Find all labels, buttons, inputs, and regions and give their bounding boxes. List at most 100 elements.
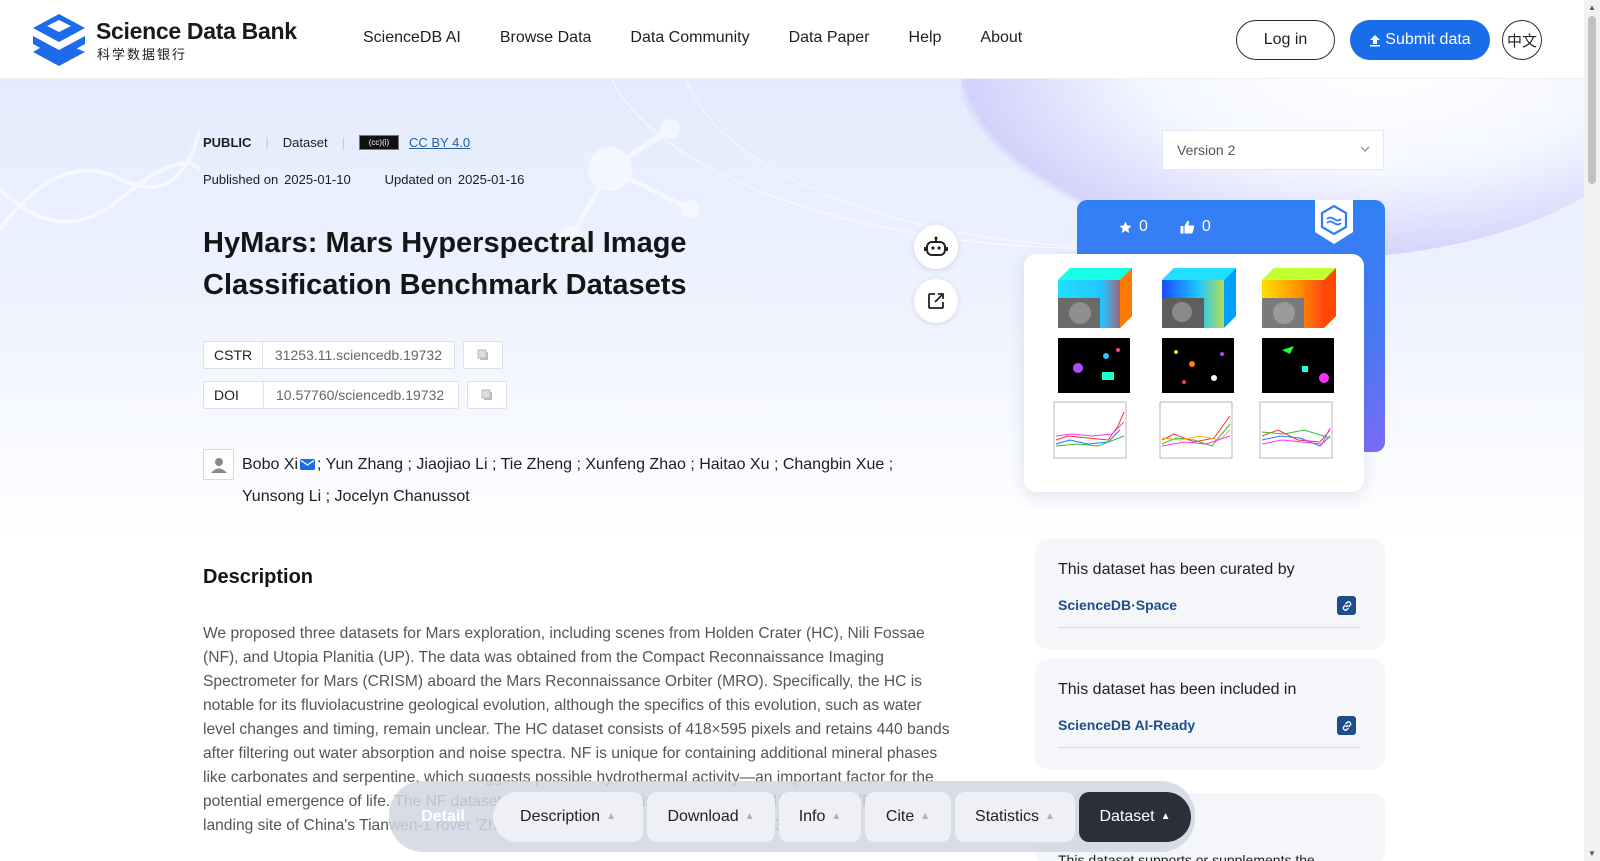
version-select[interactable]: Version 2: [1162, 130, 1384, 170]
curated-by-title: This dataset has been curated by: [1058, 561, 1295, 578]
page-title: HyMars: Mars Hyperspectral Image Classif…: [203, 227, 687, 301]
chain-link-icon: [1342, 720, 1351, 731]
robot-icon: [924, 236, 948, 256]
cc-license-icon: (cc)(i): [358, 135, 399, 150]
chevron-up-icon: ▲: [831, 811, 842, 822]
section-nav-bar: Detail Description ▲ Download ▲ Info ▲ Cite…: [389, 781, 1195, 852]
site-logo[interactable]: Science Data Bank 科学数据银行: [31, 12, 297, 68]
logo-title: Science Data Bank: [96, 18, 297, 44]
like-count[interactable]: 0: [1180, 218, 1211, 236]
classification-map-image: [1262, 338, 1334, 393]
detail-label: Detail: [421, 807, 465, 825]
tab-statistics[interactable]: Statistics ▲: [955, 791, 1075, 842]
hyperspectral-cube-image: [1058, 268, 1132, 328]
author-names[interactable]: ; Yun Zhang ; Jiaojiao Li ; Tie Zheng ; …: [317, 456, 893, 473]
chain-link-icon: [1342, 600, 1351, 611]
copy-icon: [477, 349, 488, 360]
submit-data-label: Submit data: [1385, 31, 1471, 48]
upload-icon: [1370, 34, 1381, 46]
chevron-up-icon: ▲: [744, 811, 755, 822]
doi-label: DOI: [204, 382, 264, 408]
nav-sciencedb-ai[interactable]: ScienceDB AI: [363, 29, 461, 47]
spectral-curve-thumbnail: [1159, 401, 1233, 459]
divider: |: [265, 135, 269, 150]
page-scrollbar[interactable]: ▲ ▼: [1584, 0, 1600, 861]
dataset-dates: Published on 2025-01-10 Updated on 2025-01…: [203, 172, 524, 187]
tab-description[interactable]: Description ▲: [493, 791, 643, 842]
chevron-up-icon: ▲: [1045, 811, 1055, 822]
tab-info[interactable]: Info ▲: [779, 791, 861, 842]
copy-doi-button[interactable]: [467, 381, 507, 409]
scroll-down-icon[interactable]: ▼: [1588, 849, 1596, 858]
top-header: Science Data Bank 科学数据银行 ScienceDB AI Br…: [0, 0, 1584, 79]
link-icon[interactable]: [1337, 596, 1356, 615]
cover-stats: 0 0: [1119, 218, 1211, 236]
author-names[interactable]: Yunsong Li ; Jocelyn Chanussot: [242, 488, 470, 505]
scroll-up-icon[interactable]: ▲: [1588, 3, 1596, 12]
divider: [1058, 627, 1360, 628]
thumbs-up-icon: [1180, 220, 1195, 234]
nav-about[interactable]: About: [980, 29, 1022, 47]
copy-cstr-button[interactable]: [463, 341, 503, 369]
doi-value[interactable]: 10.57760/sciencedb.19732: [264, 387, 456, 403]
author-name[interactable]: Bobo Xi: [242, 456, 298, 473]
logo-mark-icon: [33, 14, 85, 66]
nav-help[interactable]: Help: [909, 29, 942, 47]
included-in-title: This dataset has been included in: [1058, 681, 1297, 698]
nav-browse-data[interactable]: Browse Data: [500, 29, 592, 47]
cover-thumbnail[interactable]: [1024, 254, 1364, 492]
submit-data-button[interactable]: Submit data: [1350, 20, 1490, 60]
copy-icon: [481, 389, 492, 400]
cstr-label: CSTR: [204, 342, 263, 368]
dna-decor-icon: [0, 128, 200, 231]
link-icon[interactable]: [1337, 716, 1356, 735]
doi-box: DOI 10.57760/sciencedb.19732: [203, 381, 459, 409]
classification-map-image: [1162, 338, 1234, 393]
main-nav: ScienceDB AI Browse Data Data Community …: [363, 29, 1061, 47]
chevron-up-icon: ▲: [920, 811, 931, 822]
tab-dataset[interactable]: Dataset ▲: [1079, 791, 1191, 842]
star-icon: [1119, 220, 1132, 233]
logo-subtitle: 科学数据银行: [97, 47, 188, 62]
nav-data-community[interactable]: Data Community: [630, 29, 749, 47]
curated-by-card: This dataset has been curated by Science…: [1035, 539, 1385, 649]
classification-map-image: [1058, 338, 1130, 393]
included-in-card: This dataset has been included in Scienc…: [1035, 659, 1385, 769]
hyperspectral-cube-image: [1262, 268, 1336, 328]
updated-date: Updated on 2025-01-16: [384, 172, 525, 187]
scroll-thumb[interactable]: [1588, 16, 1596, 184]
login-button[interactable]: Log in: [1236, 20, 1335, 60]
tab-download[interactable]: Download ▲: [647, 791, 775, 842]
published-date: Published on 2025-01-10: [203, 172, 351, 187]
tab-cite[interactable]: Cite ▲: [865, 791, 951, 842]
chevron-down-icon: [1360, 146, 1370, 152]
spectral-curve-thumbnail: [1259, 401, 1333, 459]
hyperspectral-cube-image: [1162, 268, 1236, 328]
certified-shield-icon: [1315, 200, 1353, 244]
ai-assistant-button[interactable]: [914, 225, 958, 269]
spectral-curve-thumbnail: [1053, 401, 1127, 459]
dataset-meta: PUBLIC | Dataset | (cc)(i) CC BY 4.0: [203, 135, 470, 150]
cstr-box: CSTR 31253.11.sciencedb.19732: [203, 341, 455, 369]
cstr-value[interactable]: 31253.11.sciencedb.19732: [263, 347, 454, 363]
description-heading: Description: [203, 566, 314, 588]
license-link[interactable]: CC BY 4.0: [409, 135, 470, 150]
email-icon[interactable]: [300, 459, 316, 471]
visibility-badge: PUBLIC: [203, 135, 252, 150]
supports-text: This dataset supports or supplements the: [1058, 852, 1315, 861]
language-toggle[interactable]: 中文: [1502, 20, 1542, 60]
divider: |: [341, 135, 345, 150]
author-avatar: [203, 449, 234, 480]
star-count[interactable]: 0: [1119, 218, 1148, 236]
user-icon: [210, 457, 227, 473]
curated-by-link[interactable]: ScienceDB·Space: [1058, 597, 1177, 613]
nav-data-paper[interactable]: Data Paper: [789, 29, 870, 47]
share-button[interactable]: [914, 279, 958, 323]
included-in-link[interactable]: ScienceDB AI-Ready: [1058, 717, 1195, 733]
chevron-up-icon: ▲: [1160, 811, 1171, 822]
external-link-icon: [928, 293, 944, 309]
divider: [1058, 747, 1360, 748]
chevron-up-icon: ▲: [606, 811, 616, 822]
author-list: Bobo Xi ; Yun Zhang ; Jiaojiao Li ; Tie Z…: [242, 449, 922, 513]
resource-type: Dataset: [282, 135, 328, 150]
